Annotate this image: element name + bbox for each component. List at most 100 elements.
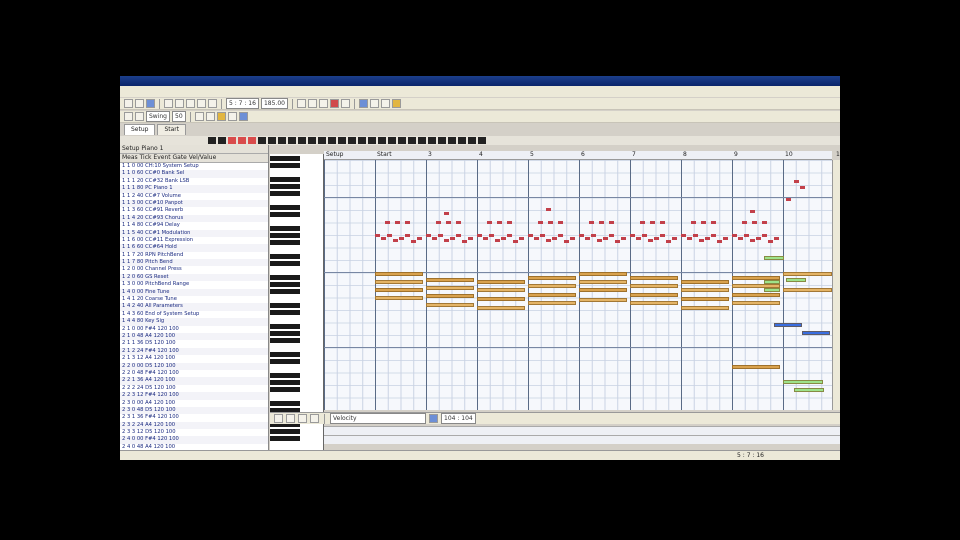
black-key[interactable] — [270, 261, 300, 266]
melody-note[interactable] — [648, 239, 653, 242]
melody-note[interactable] — [483, 237, 488, 240]
track-cell[interactable] — [468, 137, 476, 144]
track-cell[interactable] — [248, 137, 256, 144]
vertical-scrollbar[interactable] — [832, 160, 840, 410]
melody-note[interactable] — [436, 221, 441, 224]
event-row[interactable]: 2 1 3 12 A4 120 100 — [120, 355, 268, 362]
melody-note[interactable] — [381, 237, 386, 240]
track-cell[interactable] — [428, 137, 436, 144]
horizontal-scrollbar[interactable] — [324, 435, 840, 444]
track-cell[interactable] — [298, 137, 306, 144]
midi-note[interactable] — [732, 301, 780, 305]
event-row[interactable]: 2 2 0 00 D5 120 100 — [120, 362, 268, 370]
paste-icon[interactable] — [186, 99, 195, 108]
track-cell[interactable] — [208, 137, 216, 144]
melody-note[interactable] — [546, 239, 551, 242]
midi-note[interactable] — [426, 286, 474, 290]
black-key[interactable] — [270, 156, 300, 161]
event-row[interactable]: 1 1 4 80 CC#94 Delay — [120, 222, 268, 229]
undo-icon[interactable] — [197, 99, 206, 108]
track-selector-bar[interactable] — [120, 136, 840, 145]
event-row[interactable]: 2 3 0 00 A4 120 100 — [120, 400, 268, 407]
black-key[interactable] — [270, 338, 300, 343]
melody-note[interactable] — [468, 237, 473, 240]
melody-note[interactable] — [654, 237, 659, 240]
melody-note[interactable] — [732, 234, 737, 237]
track-cell[interactable] — [238, 137, 246, 144]
event-row[interactable]: 2 1 0 48 A4 120 100 — [120, 332, 268, 341]
zoom-in-icon[interactable] — [194, 112, 204, 121]
melody-note[interactable] — [744, 234, 749, 237]
midi-note[interactable] — [528, 301, 576, 305]
event-row[interactable]: 1 1 4 20 CC#93 Chorus — [120, 214, 268, 223]
melody-note[interactable] — [546, 208, 551, 211]
track-cell[interactable] — [288, 137, 296, 144]
melody-note[interactable] — [497, 221, 502, 224]
midi-note[interactable] — [732, 365, 780, 369]
melody-note[interactable] — [711, 234, 716, 237]
midi-note[interactable] — [802, 331, 830, 335]
event-row[interactable]: 1 1 7 80 Pitch Bend — [120, 259, 268, 267]
save-icon[interactable] — [146, 99, 155, 108]
midi-note[interactable] — [786, 278, 806, 282]
pencil-icon[interactable] — [124, 112, 133, 121]
midi-note[interactable] — [732, 293, 780, 297]
event-row[interactable]: 1 4 3 60 End of System Setup — [120, 311, 268, 318]
black-key[interactable] — [270, 191, 300, 196]
melody-note[interactable] — [701, 221, 706, 224]
event-row[interactable]: 2 1 0 00 F#4 120 100 — [120, 326, 268, 333]
event-row[interactable]: 2 4 0 00 F#4 120 100 — [120, 436, 268, 444]
melody-note[interactable] — [660, 221, 665, 224]
black-key[interactable] — [270, 429, 300, 434]
rewind-icon[interactable] — [296, 99, 306, 108]
event-row[interactable]: 2 3 3 12 D5 120 100 — [120, 429, 268, 436]
track-cell[interactable] — [388, 137, 396, 144]
event-row[interactable]: 1 1 3 60 CC#91 Reverb — [120, 207, 268, 214]
pencil-icon[interactable] — [286, 414, 295, 423]
event-row[interactable]: 2 3 2 24 A4 120 100 — [120, 421, 268, 430]
event-row[interactable]: 1 2 0 60 GS Reset — [120, 273, 268, 282]
track-cell[interactable] — [448, 137, 456, 144]
midi-note[interactable] — [528, 276, 576, 280]
melody-note[interactable] — [399, 237, 404, 240]
midi-note[interactable] — [375, 288, 423, 292]
event-row[interactable]: 2 2 2 24 D5 120 100 — [120, 385, 268, 392]
melody-note[interactable] — [794, 180, 799, 183]
melody-note[interactable] — [558, 221, 563, 224]
event-row[interactable]: 2 1 2 24 F#4 120 100 — [120, 347, 268, 356]
filter-icon[interactable] — [238, 112, 248, 121]
loop-icon[interactable] — [358, 99, 368, 108]
melody-note[interactable] — [540, 234, 545, 237]
event-row[interactable]: 1 1 1 80 PC Piano 1 — [120, 185, 268, 193]
controller-lane[interactable] — [324, 426, 840, 435]
event-row[interactable]: 1 1 1 20 CC#32 Bank LSB — [120, 178, 268, 185]
event-row[interactable]: 1 4 1 20 Coarse Tune — [120, 296, 268, 303]
track-cell[interactable] — [308, 137, 316, 144]
event-row[interactable]: 1 1 3 00 CC#10 Panpot — [120, 199, 268, 208]
melody-note[interactable] — [507, 234, 512, 237]
midi-note[interactable] — [764, 288, 780, 292]
melody-note[interactable] — [750, 239, 755, 242]
melody-note[interactable] — [395, 221, 400, 224]
melody-note[interactable] — [564, 240, 569, 243]
melody-note[interactable] — [507, 221, 512, 224]
black-key[interactable] — [270, 436, 300, 441]
black-key[interactable] — [270, 205, 300, 210]
melody-note[interactable] — [603, 237, 608, 240]
tab-start[interactable]: Start — [157, 124, 187, 135]
midi-note[interactable] — [528, 293, 576, 297]
track-cell[interactable] — [478, 137, 486, 144]
play-icon[interactable] — [318, 99, 328, 108]
melody-note[interactable] — [558, 234, 563, 237]
melody-note[interactable] — [738, 237, 743, 240]
pointer-icon[interactable] — [274, 414, 283, 423]
forward-icon[interactable] — [340, 99, 350, 108]
track-cell[interactable] — [408, 137, 416, 144]
event-row[interactable]: 2 3 1 36 F#4 120 100 — [120, 414, 268, 421]
midi-note[interactable] — [764, 280, 780, 284]
black-key[interactable] — [270, 275, 300, 280]
marker-icon[interactable] — [391, 99, 401, 108]
track-cell[interactable] — [228, 137, 236, 144]
melody-note[interactable] — [444, 212, 449, 215]
melody-note[interactable] — [621, 237, 626, 240]
